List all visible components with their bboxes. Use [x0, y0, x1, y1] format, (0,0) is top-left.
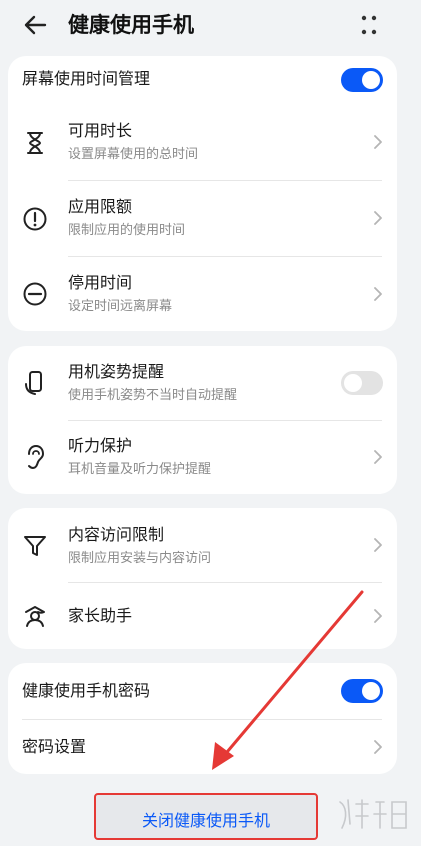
- chevron-right-icon: [374, 609, 382, 623]
- app-limits-row[interactable]: 应用限额 限制应用的使用时间: [8, 180, 397, 256]
- disable-health-usage-button[interactable]: 关闭健康使用手机: [94, 793, 318, 840]
- content-restrictions-row[interactable]: 内容访问限制 限制应用安装与内容访问: [8, 508, 397, 582]
- parent-assistant-title: 家长助手: [68, 606, 133, 625]
- downtime-subtitle: 设定时间远离屏幕: [68, 299, 173, 314]
- available-duration-subtitle: 设置屏幕使用的总时间: [68, 147, 199, 162]
- chevron-right-icon: [374, 135, 382, 149]
- hourglass-icon: [27, 132, 43, 154]
- password-card: 健康使用手机密码 密码设置: [8, 663, 397, 774]
- phone-posture-icon: [25, 371, 42, 395]
- filter-icon: [24, 536, 46, 556]
- minus-circle-icon: [23, 282, 47, 306]
- screen-time-management-label: 屏幕使用时间管理: [22, 69, 151, 88]
- content-restrictions-title: 内容访问限制: [68, 525, 165, 544]
- parent-assistant-icon: [25, 606, 45, 627]
- hearing-protection-subtitle: 耳机音量及听力保护提醒: [68, 462, 212, 477]
- chevron-right-icon: [374, 538, 382, 552]
- password-settings-label: 密码设置: [22, 737, 87, 756]
- toggle-knob: [344, 374, 362, 392]
- health-password-label: 健康使用手机密码: [22, 681, 151, 700]
- watermark-logo-icon: [339, 799, 407, 829]
- available-duration-row[interactable]: 可用时长 设置屏幕使用的总时间: [8, 104, 397, 180]
- available-duration-title: 可用时长: [68, 121, 133, 140]
- disable-health-usage-label: 关闭健康使用手机: [141, 811, 270, 830]
- toggle-knob: [362, 682, 380, 700]
- toggle-knob: [362, 71, 380, 89]
- hearing-protection-row[interactable]: 听力保护 耳机音量及听力保护提醒: [8, 420, 397, 494]
- chevron-right-icon: [374, 211, 382, 225]
- posture-reminder-title: 用机姿势提醒: [68, 362, 165, 381]
- content-restrictions-subtitle: 限制应用安装与内容访问: [68, 551, 212, 566]
- chevron-right-icon: [374, 450, 382, 464]
- downtime-title: 停用时间: [68, 273, 133, 292]
- app-limits-title: 应用限额: [68, 197, 133, 216]
- screen-time-management-row[interactable]: 屏幕使用时间管理: [8, 56, 397, 104]
- chevron-right-icon: [374, 740, 382, 754]
- more-button[interactable]: [356, 12, 382, 38]
- downtime-row[interactable]: 停用时间 设定时间远离屏幕: [8, 256, 397, 331]
- password-settings-row[interactable]: 密码设置: [8, 719, 397, 774]
- content-parent-card: 内容访问限制 限制应用安装与内容访问 家长助手: [8, 508, 397, 649]
- more-grid-icon: [361, 15, 377, 35]
- app-limits-subtitle: 限制应用的使用时间: [68, 223, 186, 238]
- chevron-right-icon: [374, 287, 382, 301]
- ear-icon: [28, 444, 45, 470]
- arrow-left-icon: [24, 15, 47, 35]
- posture-reminder-toggle[interactable]: [341, 371, 383, 395]
- health-password-row[interactable]: 健康使用手机密码: [8, 663, 397, 719]
- health-usage-page: 健康使用手机 屏幕使用时间管理 可用时长 设置屏幕使用的总时间 应用限额 限制应…: [0, 0, 421, 846]
- posture-reminder-row[interactable]: 用机姿势提醒 使用手机姿势不当时自动提醒: [8, 346, 397, 420]
- screen-time-management-toggle[interactable]: [341, 68, 383, 92]
- top-app-bar: 健康使用手机: [0, 0, 421, 52]
- posture-reminder-subtitle: 使用手机姿势不当时自动提醒: [68, 388, 238, 403]
- health-password-toggle[interactable]: [341, 679, 383, 703]
- screen-time-card: 屏幕使用时间管理 可用时长 设置屏幕使用的总时间 应用限额 限制应用的使用时间: [8, 56, 397, 331]
- posture-hearing-card: 用机姿势提醒 使用手机姿势不当时自动提醒 听力保护 耳机音量及听力保护提醒: [8, 346, 397, 494]
- alert-circle-icon: [23, 207, 47, 231]
- parent-assistant-row[interactable]: 家长助手: [8, 582, 397, 649]
- back-button[interactable]: [20, 10, 50, 40]
- page-title: 健康使用手机: [68, 13, 194, 37]
- hearing-protection-title: 听力保护: [68, 436, 133, 455]
